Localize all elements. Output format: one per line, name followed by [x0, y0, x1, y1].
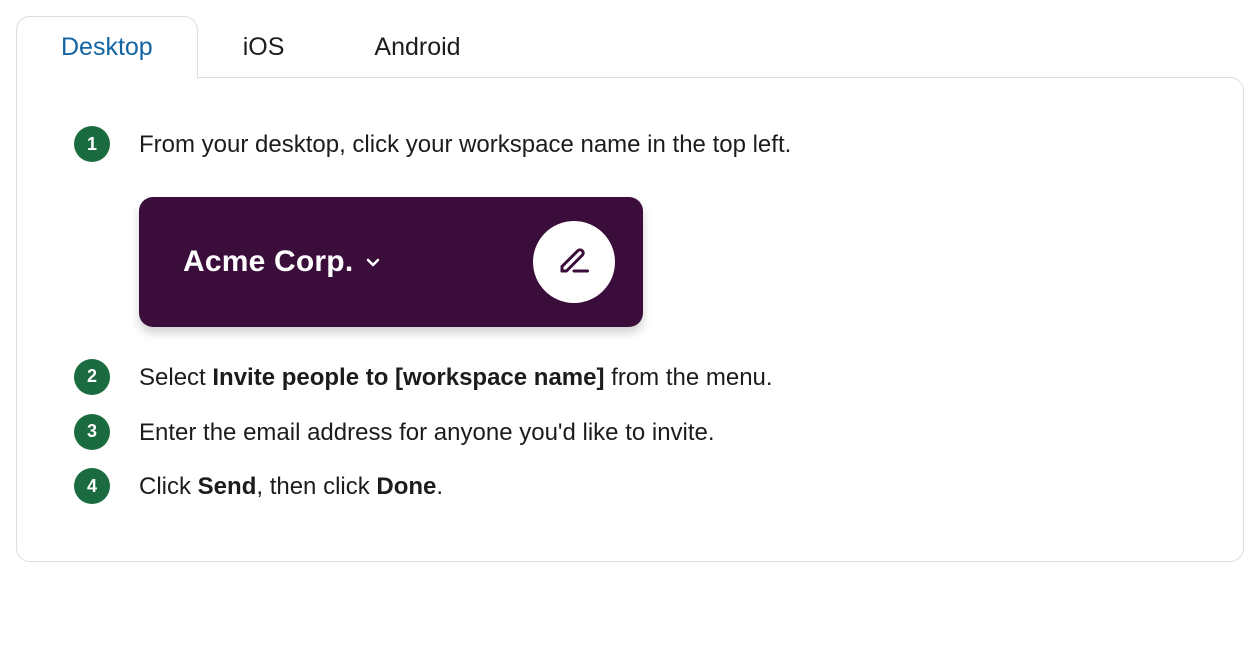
tab-android[interactable]: Android: [329, 16, 505, 78]
step-3: 3 Enter the email address for anyone you…: [73, 414, 1187, 451]
workspace-header-example: Acme Corp.: [139, 197, 643, 327]
step-number: 2: [74, 359, 110, 395]
step-number: 4: [74, 468, 110, 504]
step-text: Click Send, then click Done.: [139, 470, 1187, 505]
compose-button[interactable]: [533, 221, 615, 303]
step-number: 3: [74, 414, 110, 450]
step-2: 2 Select Invite people to [workspace nam…: [73, 359, 1187, 396]
tab-list: Desktop iOS Android: [16, 16, 1244, 78]
workspace-name-label: Acme Corp.: [183, 245, 353, 279]
chevron-down-icon: [365, 254, 381, 270]
step-text: From your desktop, click your workspace …: [139, 128, 1187, 163]
step-1: 1 From your desktop, click your workspac…: [73, 126, 1187, 341]
tab-desktop[interactable]: Desktop: [16, 16, 198, 78]
tab-panel-desktop: 1 From your desktop, click your workspac…: [16, 77, 1244, 562]
compose-icon: [556, 241, 592, 282]
workspace-name-button[interactable]: Acme Corp.: [183, 245, 381, 279]
step-number: 1: [74, 126, 110, 162]
tab-container: Desktop iOS Android 1 From your desktop,…: [16, 16, 1244, 562]
step-4: 4 Click Send, then click Done.: [73, 468, 1187, 505]
step-text: Select Invite people to [workspace name]…: [139, 361, 1187, 396]
tab-ios[interactable]: iOS: [198, 16, 330, 78]
step-text: Enter the email address for anyone you'd…: [139, 416, 1187, 451]
